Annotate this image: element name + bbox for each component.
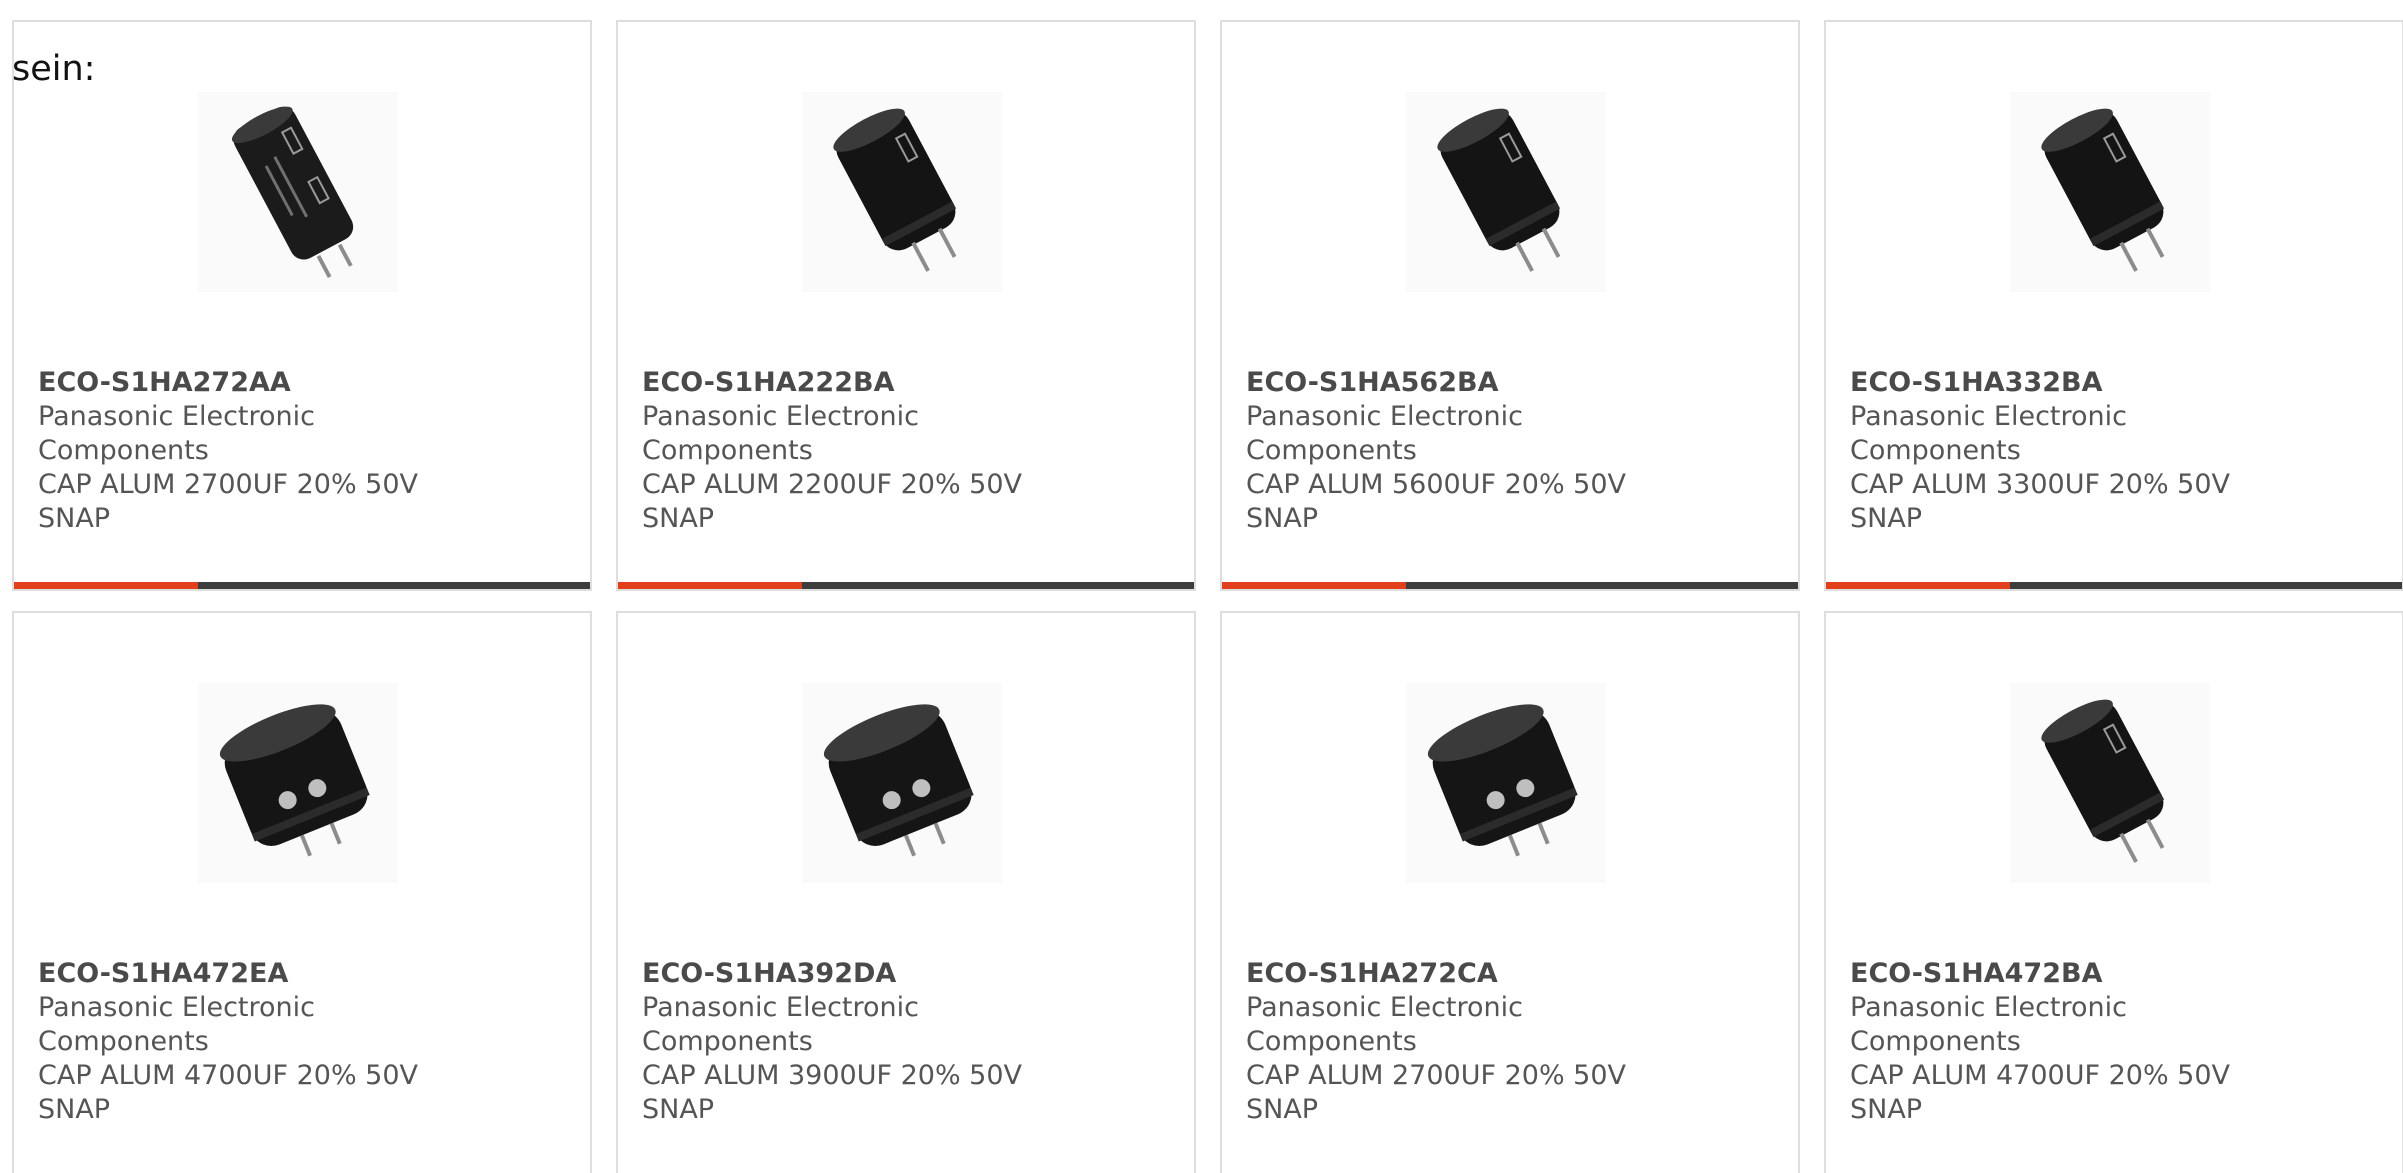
- product-card[interactable]: ECO-S1HA222BA Panasonic Electronic Compo…: [616, 20, 1196, 591]
- description-line-2: SNAP: [1850, 1094, 1923, 1125]
- part-number[interactable]: ECO-S1HA222BA: [642, 366, 1092, 400]
- capacitor-squat-icon: [823, 704, 974, 857]
- product-info: ECO-S1HA272CA Panasonic Electronic Compo…: [1246, 957, 1696, 1127]
- description-line-1: CAP ALUM 2700UF 20% 50V: [1246, 1060, 1627, 1091]
- card-progress-fill: [1222, 582, 1407, 589]
- product-image[interactable]: [198, 683, 398, 883]
- product-info: ECO-S1HA272AA Panasonic Electronic Compo…: [38, 366, 488, 536]
- description-line-1: CAP ALUM 2700UF 20% 50V: [38, 469, 419, 500]
- description-line-1: CAP ALUM 3900UF 20% 50V: [642, 1060, 1023, 1091]
- product-image[interactable]: [2010, 683, 2210, 883]
- capacitor-squat-icon: [219, 704, 370, 857]
- description-line-1: CAP ALUM 3300UF 20% 50V: [1850, 469, 2231, 500]
- part-number[interactable]: ECO-S1HA272AA: [38, 366, 488, 400]
- part-number[interactable]: ECO-S1HA392DA: [642, 957, 1092, 991]
- product-image[interactable]: [198, 92, 398, 292]
- product-card[interactable]: ECO-S1HA472EA Panasonic Electronic Compo…: [12, 611, 592, 1173]
- description-line-2: SNAP: [38, 503, 111, 534]
- description-line-2: SNAP: [38, 1094, 111, 1125]
- description-line-2: SNAP: [642, 1094, 715, 1125]
- card-progress-fill: [1826, 582, 2011, 589]
- description-line-1: CAP ALUM 5600UF 20% 50V: [1246, 469, 1627, 500]
- heading-fragment: sein:: [12, 49, 96, 89]
- part-number[interactable]: ECO-S1HA332BA: [1850, 366, 2300, 400]
- product-image[interactable]: [1406, 92, 1606, 292]
- capacitor-upright-icon: [2041, 699, 2165, 863]
- product-card[interactable]: ECO-S1HA392DA Panasonic Electronic Compo…: [616, 611, 1196, 1173]
- product-image[interactable]: [802, 92, 1002, 292]
- product-info: ECO-S1HA222BA Panasonic Electronic Compo…: [642, 366, 1092, 536]
- part-number[interactable]: ECO-S1HA472BA: [1850, 957, 2300, 991]
- description-line-1: CAP ALUM 4700UF 20% 50V: [1850, 1060, 2231, 1091]
- card-progress-bar: [618, 582, 1194, 589]
- manufacturer: Panasonic Electronic Components: [642, 992, 919, 1057]
- capacitor-squat-icon: [1427, 704, 1578, 857]
- description-line-1: CAP ALUM 2200UF 20% 50V: [642, 469, 1023, 500]
- product-card[interactable]: ECO-S1HA562BA Panasonic Electronic Compo…: [1220, 20, 1800, 591]
- description-line-1: CAP ALUM 4700UF 20% 50V: [38, 1060, 419, 1091]
- card-progress-bar: [1826, 582, 2402, 589]
- product-info: ECO-S1HA472EA Panasonic Electronic Compo…: [38, 957, 488, 1127]
- description-line-2: SNAP: [642, 503, 715, 534]
- product-image[interactable]: [2010, 92, 2210, 292]
- product-grid-page: sein: ECO-S1HA272AA Panasonic Electronic…: [0, 0, 2403, 1173]
- product-card[interactable]: ECO-S1HA332BA Panasonic Electronic Compo…: [1824, 20, 2403, 591]
- description-line-2: SNAP: [1850, 503, 1923, 534]
- card-progress-bar: [14, 582, 590, 589]
- card-progress-fill: [14, 582, 199, 589]
- product-image[interactable]: [802, 683, 1002, 883]
- manufacturer: Panasonic Electronic Components: [642, 401, 919, 466]
- capacitor-upright-icon: [833, 108, 957, 272]
- product-info: ECO-S1HA332BA Panasonic Electronic Compo…: [1850, 366, 2300, 536]
- product-card[interactable]: ECO-S1HA272CA Panasonic Electronic Compo…: [1220, 611, 1800, 1173]
- product-card[interactable]: ECO-S1HA472BA Panasonic Electronic Compo…: [1824, 611, 2403, 1173]
- capacitor-upright-icon: [1437, 108, 1561, 272]
- description-line-2: SNAP: [1246, 1094, 1319, 1125]
- description-line-2: SNAP: [1246, 503, 1319, 534]
- part-number[interactable]: ECO-S1HA272CA: [1246, 957, 1696, 991]
- product-info: ECO-S1HA472BA Panasonic Electronic Compo…: [1850, 957, 2300, 1127]
- part-number[interactable]: ECO-S1HA562BA: [1246, 366, 1696, 400]
- manufacturer: Panasonic Electronic Components: [1246, 401, 1523, 466]
- product-image[interactable]: [1406, 683, 1606, 883]
- manufacturer: Panasonic Electronic Components: [38, 992, 315, 1057]
- product-info: ECO-S1HA562BA Panasonic Electronic Compo…: [1246, 366, 1696, 536]
- product-info: ECO-S1HA392DA Panasonic Electronic Compo…: [642, 957, 1092, 1127]
- card-progress-fill: [618, 582, 803, 589]
- part-number[interactable]: ECO-S1HA472EA: [38, 957, 488, 991]
- manufacturer: Panasonic Electronic Components: [1850, 401, 2127, 466]
- card-progress-bar: [1222, 582, 1798, 589]
- capacitor-upright-icon: [2041, 108, 2165, 272]
- manufacturer: Panasonic Electronic Components: [1850, 992, 2127, 1057]
- manufacturer: Panasonic Electronic Components: [1246, 992, 1523, 1057]
- capacitor-tilted-icon: [231, 106, 354, 279]
- product-grid: ECO-S1HA272AA Panasonic Electronic Compo…: [12, 20, 2403, 1173]
- manufacturer: Panasonic Electronic Components: [38, 401, 315, 466]
- product-card[interactable]: ECO-S1HA272AA Panasonic Electronic Compo…: [12, 20, 592, 591]
